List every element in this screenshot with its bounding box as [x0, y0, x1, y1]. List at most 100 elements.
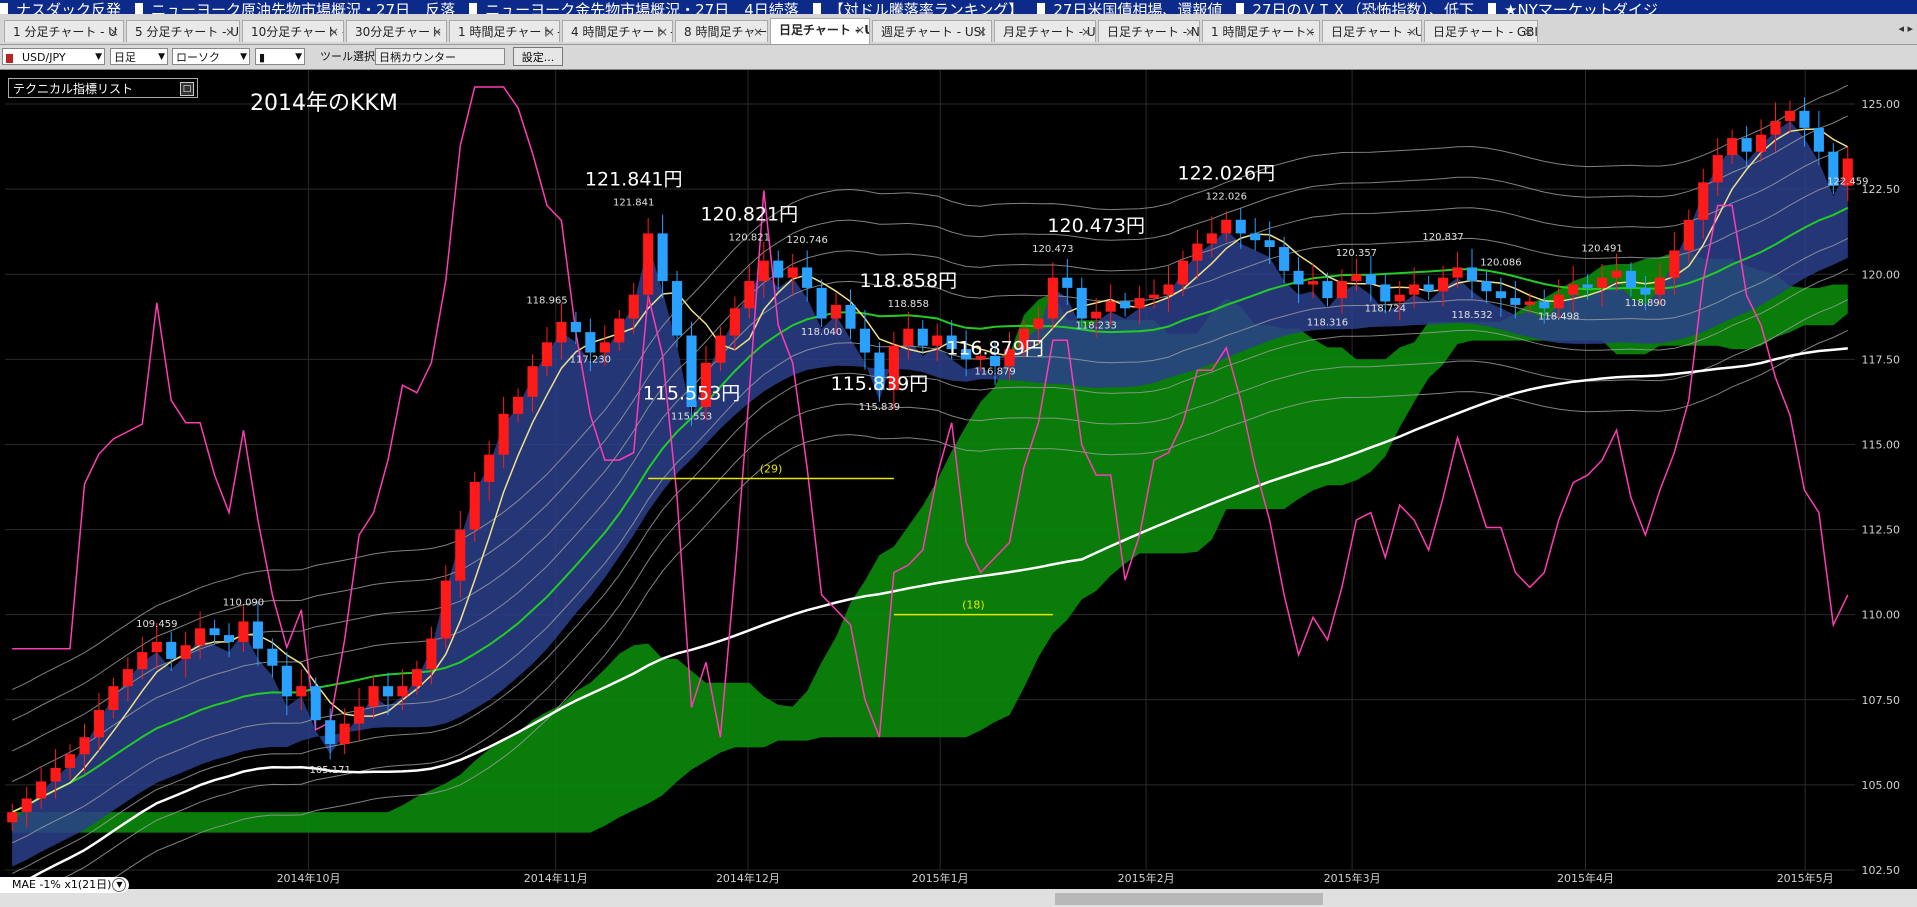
- candle-body: [556, 321, 567, 343]
- candle-body: [614, 318, 625, 343]
- mae-indicator-tag[interactable]: MAE -1% x1(21日) ▼: [0, 877, 130, 893]
- candle-body: [715, 335, 726, 363]
- chevron-down-icon: ▼: [112, 878, 127, 892]
- tab-chart[interactable]: 月足チャート - USI×: [994, 20, 1096, 42]
- tab-chart[interactable]: 8 時間足チャート -×: [675, 20, 768, 42]
- ticker-headline[interactable]: 27日米国債相場、還報値: [1037, 3, 1222, 14]
- horizontal-scrollbar[interactable]: [0, 889, 1917, 907]
- candle-body: [1539, 301, 1550, 309]
- price-label: 118.040: [801, 327, 842, 338]
- candle-body: [1033, 318, 1044, 329]
- candle-body: [1712, 155, 1723, 183]
- chart-type-value: ローソク: [176, 51, 220, 64]
- ticker-headline[interactable]: 27日のＶＩＸ（恐怖指数）、低下: [1236, 3, 1474, 14]
- tab-chart[interactable]: 4 時間足チャート - ×: [562, 20, 673, 42]
- ticker-headline[interactable]: ニューヨーク原油先物市場概況・27日 反落: [135, 3, 455, 14]
- price-label: 120.746: [786, 235, 827, 246]
- tab-chart[interactable]: 日足チャート - USI×: [1322, 20, 1422, 42]
- candle-body: [816, 287, 827, 319]
- candle-body: [180, 645, 191, 659]
- close-icon[interactable]: ×: [545, 21, 555, 42]
- close-icon[interactable]: ×: [1305, 21, 1315, 42]
- price-annotation: 120.473円: [1047, 215, 1145, 237]
- candle-body: [1250, 233, 1261, 241]
- y-tick-label: 110.00: [1862, 609, 1901, 622]
- close-icon[interactable]: ×: [977, 21, 987, 42]
- close-icon[interactable]: ×: [109, 21, 119, 42]
- candle-body: [599, 342, 610, 353]
- tab-scroll-buttons[interactable]: ◂ ▸: [1898, 22, 1913, 35]
- tab-chart[interactable]: 1 時間足チャート - ×: [449, 20, 560, 42]
- ticker-headline[interactable]: ニューヨーク金先物市場概況・27日 4日続落: [469, 3, 799, 14]
- candle-body: [151, 641, 162, 653]
- symbol-select[interactable]: USD/JPY ▼: [2, 48, 105, 65]
- tab-chart[interactable]: 日足チャート - GBI ×: [1424, 20, 1538, 42]
- close-icon[interactable]: ×: [1523, 21, 1533, 42]
- candle-body: [1568, 284, 1579, 295]
- tab-chart[interactable]: 日足チャート - NZI×: [1098, 20, 1200, 42]
- y-tick-label: 112.50: [1862, 524, 1901, 537]
- style-select-value: ▮: [259, 51, 266, 64]
- ticker-headline[interactable]: 【対ドル騰落率ランキング】: [812, 3, 1023, 14]
- y-tick-label: 105.00: [1862, 779, 1901, 792]
- settings-button[interactable]: 設定...: [513, 47, 563, 66]
- candle-body: [166, 641, 177, 659]
- y-tick-label: 102.50: [1862, 864, 1901, 877]
- price-label: 120.086: [1480, 257, 1521, 268]
- tab-chart[interactable]: 5 分足チャート - U ×: [126, 20, 240, 42]
- news-ticker[interactable]: ナスダック反発 ニューヨーク原油先物市場概況・27日 反落 ニューヨーク金先物市場概…: [0, 0, 1917, 14]
- flag-icon: [6, 53, 20, 63]
- candle-body: [773, 260, 784, 278]
- indicator-list-label: テクニカル指標リスト: [13, 82, 134, 96]
- tab-label: 5 分足チャート - U: [135, 25, 240, 39]
- close-icon[interactable]: ×: [225, 21, 235, 42]
- chart-type-select[interactable]: ローソク ▼: [172, 48, 250, 65]
- candle-body: [1495, 291, 1506, 299]
- candle-body: [903, 328, 914, 346]
- tab-chart[interactable]: 10分足チャート - L×: [242, 20, 344, 42]
- tab-chart[interactable]: 30分足チャート - L×: [346, 20, 447, 42]
- candle-body: [1134, 298, 1145, 309]
- panel-toggle-icon[interactable]: □: [180, 82, 194, 96]
- price-chart[interactable]: (29) (18) 109.459 110.090 105.171 118.965 117.…: [0, 70, 1917, 887]
- style-select[interactable]: ▮ ▼: [255, 48, 305, 65]
- tab-chart[interactable]: 1 分足チャート - U ×: [4, 20, 124, 42]
- tool-select-field[interactable]: 日柄カウンター: [375, 48, 505, 65]
- tab-chart[interactable]: 週足チャート - USI ×: [872, 20, 992, 42]
- tool-select-value: 日柄カウンター: [379, 51, 456, 64]
- chart-area[interactable]: (29) (18) 109.459 110.090 105.171 118.965 117.…: [0, 70, 1917, 887]
- indicator-list-panel[interactable]: テクニカル指標リスト □: [8, 78, 198, 98]
- y-tick-label: 107.50: [1862, 694, 1901, 707]
- close-icon[interactable]: ×: [855, 19, 865, 41]
- candle-body: [339, 723, 350, 745]
- scrollbar-thumb[interactable]: [1055, 893, 1323, 905]
- candle-body: [484, 454, 495, 482]
- price-label: 115.553: [671, 412, 712, 423]
- candle-body: [1148, 294, 1160, 299]
- candle-body: [802, 267, 813, 288]
- period-select-value: 日足: [114, 51, 136, 64]
- candle-body: [195, 628, 206, 646]
- tab-label: 週足チャート - USI: [881, 25, 985, 39]
- candle-body: [1105, 301, 1116, 312]
- close-icon[interactable]: ×: [432, 21, 442, 42]
- close-icon[interactable]: ×: [1407, 21, 1417, 42]
- price-label: 118.724: [1365, 304, 1406, 315]
- ticker-headline[interactable]: ★NYマーケットダイジ: [1488, 3, 1658, 14]
- ticker-headline[interactable]: ナスダック反発: [0, 3, 121, 14]
- close-icon[interactable]: ×: [753, 21, 763, 42]
- price-label: 118.316: [1307, 318, 1348, 329]
- candle-body: [917, 328, 928, 346]
- close-icon[interactable]: ×: [1185, 21, 1195, 42]
- close-icon[interactable]: ×: [658, 21, 668, 42]
- close-icon[interactable]: ×: [1081, 21, 1091, 42]
- candle-body: [310, 686, 321, 721]
- close-icon[interactable]: ×: [329, 21, 339, 42]
- tab-chart[interactable]: 1 時間足チャート - ×: [1202, 20, 1320, 42]
- candle-body: [252, 621, 263, 649]
- price-label: 120.491: [1581, 244, 1622, 255]
- price-annotation: 121.841円: [585, 169, 683, 191]
- tab-chart[interactable]: 日足チャート - US×: [770, 18, 870, 44]
- candle-body: [469, 481, 480, 530]
- period-select[interactable]: 日足 ▼: [110, 48, 168, 65]
